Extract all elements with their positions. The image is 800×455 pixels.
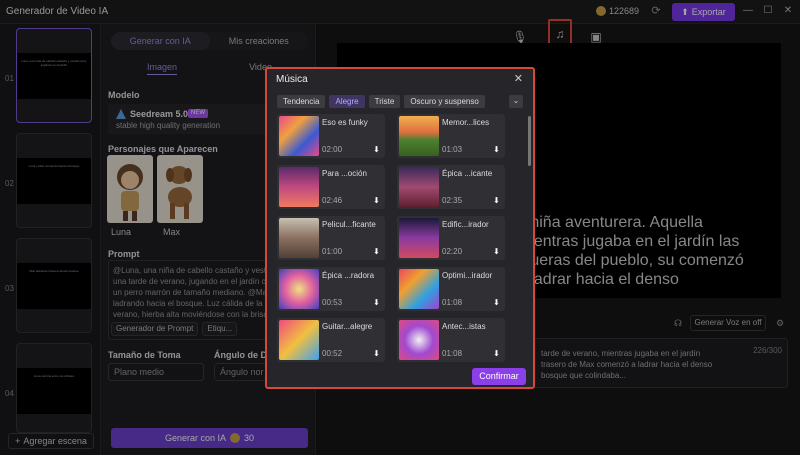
chevron-down-icon[interactable]: ⌄	[509, 95, 523, 108]
track-duration: 01:00	[322, 247, 343, 256]
download-icon[interactable]: ⬇	[492, 247, 501, 256]
track-thumbnail	[279, 218, 319, 258]
track-duration: 02:35	[442, 196, 463, 205]
download-icon[interactable]: ⬇	[372, 298, 381, 307]
music-track[interactable]: Épica ...radora 00:53 ⬇	[277, 267, 385, 311]
music-track[interactable]: Épica ...icante 02:35 ⬇	[397, 165, 505, 209]
music-track[interactable]: Memor...lices 01:03 ⬇	[397, 114, 505, 158]
music-track[interactable]: Pelicul...ficante 01:00 ⬇	[277, 216, 385, 260]
filter-dark[interactable]: Oscuro y suspenso	[404, 95, 485, 108]
music-track[interactable]: Edific...irador 02:20 ⬇	[397, 216, 505, 260]
track-thumbnail	[279, 167, 319, 207]
scrollbar[interactable]	[528, 116, 531, 166]
music-track[interactable]: Para ...oción 02:46 ⬇	[277, 165, 385, 209]
track-name: Guitar...alegre	[322, 322, 373, 331]
track-name: Épica ...icante	[442, 169, 493, 178]
download-icon[interactable]: ⬇	[372, 145, 381, 154]
track-name: Memor...lices	[442, 118, 490, 127]
track-thumbnail	[399, 320, 439, 360]
track-thumbnail	[279, 116, 319, 156]
track-name: Para ...oción	[322, 169, 367, 178]
filter-happy[interactable]: Alegre	[329, 95, 365, 108]
track-thumbnail	[399, 218, 439, 258]
music-track[interactable]: Antec...istas 01:08 ⬇	[397, 318, 505, 362]
track-name: Edific...irador	[442, 220, 489, 229]
close-icon[interactable]: ✕	[514, 72, 523, 85]
download-icon[interactable]: ⬇	[492, 196, 501, 205]
mood-filters: Tendencia Alegre Triste Oscuro y suspens…	[277, 95, 485, 108]
track-thumbnail	[399, 116, 439, 156]
track-thumbnail	[399, 269, 439, 309]
confirm-button[interactable]: Confirmar	[472, 368, 526, 385]
music-track[interactable]: Eso es funky 02:00 ⬇	[277, 114, 385, 158]
track-duration: 00:52	[322, 349, 343, 358]
track-duration: 02:20	[442, 247, 463, 256]
track-thumbnail	[399, 167, 439, 207]
track-name: Optimi...irador	[442, 271, 493, 280]
download-icon[interactable]: ⬇	[492, 145, 501, 154]
download-icon[interactable]: ⬇	[372, 349, 381, 358]
track-duration: 01:08	[442, 349, 463, 358]
track-name: Eso es funky	[322, 118, 368, 127]
track-duration: 02:00	[322, 145, 343, 154]
dialog-title: Música	[276, 74, 308, 85]
music-dialog: Música ✕ Tendencia Alegre Triste Oscuro …	[265, 67, 535, 389]
music-track[interactable]: Guitar...alegre 00:52 ⬇	[277, 318, 385, 362]
download-icon[interactable]: ⬇	[372, 247, 381, 256]
track-thumbnail	[279, 269, 319, 309]
track-name: Pelicul...ficante	[322, 220, 376, 229]
track-duration: 01:08	[442, 298, 463, 307]
download-icon[interactable]: ⬇	[372, 196, 381, 205]
music-track[interactable]: Optimi...irador 01:08 ⬇	[397, 267, 505, 311]
download-icon[interactable]: ⬇	[492, 349, 501, 358]
filter-trending[interactable]: Tendencia	[277, 95, 326, 108]
download-icon[interactable]: ⬇	[492, 298, 501, 307]
track-thumbnail	[279, 320, 319, 360]
track-duration: 00:53	[322, 298, 343, 307]
filter-sad[interactable]: Triste	[368, 95, 401, 108]
track-name: Épica ...radora	[322, 271, 375, 280]
track-duration: 02:46	[322, 196, 343, 205]
track-name: Antec...istas	[442, 322, 486, 331]
track-duration: 01:03	[442, 145, 463, 154]
